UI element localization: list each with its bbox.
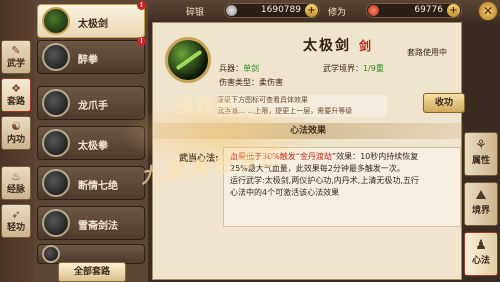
skill-item-dragon-claw[interactable]: 龙爪手	[37, 86, 145, 120]
category-label: 经脉	[6, 185, 25, 195]
category-tab-routine[interactable]: ❖ 套路	[1, 78, 31, 112]
effect-line: 血量低于30%触发“金丹渡劫”效果：10秒内持续恢复	[230, 151, 454, 163]
weapon-label: 兵器：	[219, 64, 243, 73]
skill-name: 雪斋剑法	[78, 221, 118, 232]
skill-name: 龙爪手	[78, 101, 108, 112]
skill-item-xuezhai-sword[interactable]: 雪斋剑法	[37, 206, 145, 240]
category-column: ✎ 武学 ❖ 套路 ☯ 内功 ♨ 经脉 ➶ 轻功	[0, 0, 34, 282]
seal-stamp: 剑	[359, 39, 372, 53]
lightness-icon: ➶	[11, 208, 21, 221]
routine-icon: ❖	[11, 82, 21, 95]
hint-line: 逐级下方图标可查看具体效果	[217, 96, 308, 104]
skill-item-drunken-fist[interactable]: 醉拳 !	[37, 37, 146, 74]
silver-label: 碎银	[186, 8, 205, 18]
silver-coin-icon	[226, 5, 237, 16]
method-label: 武当心法:	[179, 154, 219, 164]
skill-item-duanqing[interactable]: 断情七绝	[37, 166, 145, 200]
brush-icon: ✎	[11, 44, 21, 57]
mountain-icon: ⛰	[475, 188, 487, 203]
cultivation-coin-icon	[368, 5, 379, 16]
category-tab-martial[interactable]: ✎ 武学	[1, 40, 31, 74]
effect-line: 运行武学:太极剑,两仪护心功,内丹术,上清无极功,五行	[230, 176, 419, 185]
route-status: 套路使用中	[407, 48, 447, 57]
resource-bar: 碎银 1690789 + 修为 69776 + ✕	[148, 0, 500, 22]
skill-name: 太极剑	[78, 19, 108, 30]
realm-line: 武学境界：1/9重	[323, 63, 384, 74]
skill-sword-icon	[165, 37, 211, 83]
category-label: 套路	[6, 97, 25, 107]
cultivation-counter: 69776 +	[366, 3, 462, 18]
category-label: 内功	[6, 135, 25, 145]
skill-item-taiji-sword[interactable]: 太极剑 !	[37, 1, 146, 38]
yinyang-icon: ☯	[11, 120, 21, 133]
all-routes-button[interactable]: 全部套路	[58, 262, 126, 282]
skill-fist-icon	[42, 43, 70, 71]
hint-box: 逐级下方图标可查看具体效果 武当派… …上限，提更上一层，需要升等级	[217, 95, 387, 117]
silver-value: 1690789	[260, 5, 301, 15]
skill-name: 太极拳	[78, 141, 108, 152]
skill-item-empty[interactable]	[37, 244, 145, 264]
weapon-value: 单剑	[243, 64, 259, 73]
tab-label: 心法	[471, 256, 490, 266]
skill-title: 太极剑	[303, 38, 351, 54]
hint-line: 武当派… …上限，提更上一层，需要升等级	[217, 107, 353, 115]
effect-text: 血量低于30%触发“	[230, 152, 300, 161]
effect-line: 心法中的4个可激活该心法效果	[230, 188, 340, 197]
damage-label: 伤害类型：	[219, 78, 259, 87]
category-tab-internal[interactable]: ☯ 内功	[1, 116, 31, 150]
category-label: 轻功	[6, 223, 25, 233]
attribute-icon: ⚘	[475, 138, 487, 153]
skill-empty-icon	[42, 245, 60, 263]
add-silver-button[interactable]: +	[305, 4, 318, 17]
skill-item-taiji-fist[interactable]: 太极拳	[37, 126, 145, 160]
effect-line: 25%最大气血量，此效果每2分钟最多触发一次。	[230, 164, 405, 173]
cultivation-value: 69776	[414, 5, 443, 15]
skill-list: 太极剑 ! 醉拳 ! 龙爪手 太极拳 断情七绝 雪斋剑法	[34, 0, 148, 282]
category-tab-lightness[interactable]: ➶ 轻功	[1, 204, 31, 238]
tab-attributes[interactable]: ⚘ 属性	[464, 132, 498, 176]
collect-button[interactable]: 收功	[423, 93, 465, 113]
tab-label: 境界	[471, 206, 490, 216]
skill-blade-icon	[42, 169, 70, 197]
effect-highlight: 金丹渡劫	[299, 152, 332, 161]
skill-sword-icon	[42, 209, 70, 237]
close-button[interactable]: ✕	[478, 1, 498, 21]
effect-text: ”效果：10秒内持续恢复	[331, 152, 419, 161]
skill-detail-panel: 太极剑 剑 套路使用中 兵器：单剑 武学境界：1/9重 伤害类型：柔伤害 逐级下…	[152, 22, 465, 280]
tab-label: 属性	[471, 156, 490, 166]
meridian-icon: ♨	[11, 170, 21, 183]
category-label: 武学	[6, 59, 25, 69]
alert-badge: !	[137, 1, 146, 10]
heart-method-icon: ♟	[475, 238, 487, 253]
skill-fist-icon	[42, 129, 70, 157]
effect-description: 血量低于30%触发“金丹渡劫”效果：10秒内持续恢复 25%最大气血量，此效果每…	[223, 147, 461, 227]
realm-value: 1/9重	[363, 64, 384, 73]
skill-name: 断情七绝	[78, 181, 118, 192]
realm-label: 武学境界：	[323, 64, 363, 73]
add-cultivation-button[interactable]: +	[447, 4, 460, 17]
skill-claw-icon	[42, 89, 70, 117]
weapon-line: 兵器：单剑	[219, 63, 259, 74]
category-tab-meridian[interactable]: ♨ 经脉	[1, 166, 31, 200]
heart-method-header: 心法效果	[153, 123, 463, 139]
skill-sword-icon	[42, 7, 70, 35]
silver-counter: 1690789 +	[224, 3, 320, 18]
damage-line: 伤害类型：柔伤害	[219, 77, 283, 88]
damage-value: 柔伤害	[259, 78, 283, 87]
tab-realm[interactable]: ⛰ 境界	[464, 182, 498, 226]
skill-name: 醉拳	[78, 55, 98, 66]
alert-badge: !	[137, 37, 146, 46]
cultivation-label: 修为	[328, 8, 347, 18]
tab-heart-method[interactable]: ♟ 心法	[464, 232, 498, 276]
